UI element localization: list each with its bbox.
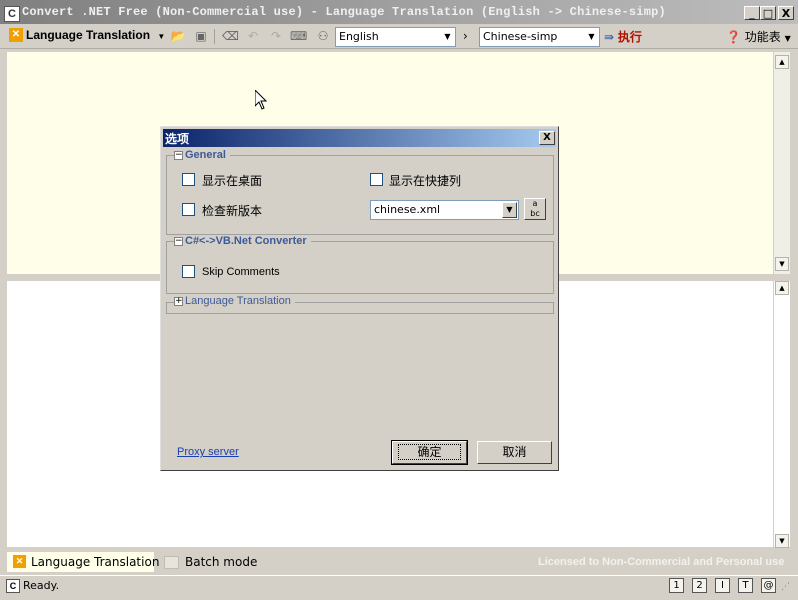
source-language-value: English bbox=[339, 30, 379, 43]
app-status-icon: C bbox=[6, 579, 20, 593]
view-1-icon[interactable]: 1 bbox=[669, 578, 684, 593]
status-text: Ready. bbox=[23, 579, 60, 592]
chevron-down-icon[interactable]: ▼ bbox=[502, 202, 517, 218]
general-header[interactable]: − General bbox=[174, 149, 230, 161]
execute-button[interactable]: ⇛ 执行 bbox=[604, 28, 642, 45]
collapse-icon[interactable]: − bbox=[174, 150, 183, 160]
app-icon: C bbox=[4, 6, 20, 22]
converter-title: C#<->VB.Net Converter bbox=[183, 235, 309, 247]
target-language-value: Chinese-simp bbox=[483, 30, 558, 43]
source-language-select[interactable]: English ▼ bbox=[335, 27, 456, 47]
check-updates-checkbox[interactable] bbox=[182, 203, 195, 216]
translation-mode-icon: ✕ bbox=[9, 28, 23, 42]
chevron-down-icon: ▼ bbox=[784, 34, 791, 43]
view-t-icon[interactable]: T bbox=[738, 578, 753, 593]
help-icon: ❓ bbox=[726, 30, 741, 44]
menu-label: 功能表 bbox=[744, 30, 781, 44]
save-icon[interactable]: ▣ bbox=[193, 28, 209, 44]
translate-icon[interactable]: ⚇ bbox=[315, 28, 331, 44]
show-quicklaunch-label: 显示在快捷列 bbox=[389, 174, 462, 188]
general-title: General bbox=[183, 149, 228, 161]
options-dialog: 选项 X − General 显示在桌面 显示在快捷列 检查新版本 chines… bbox=[160, 126, 559, 471]
license-text: Licensed to Non-Commercial and Personal … bbox=[538, 556, 785, 568]
target-language-select[interactable]: Chinese-simp ▼ bbox=[479, 27, 600, 47]
result-scrollbar[interactable]: ▲ ▼ bbox=[774, 281, 790, 548]
view-2-icon[interactable]: 2 bbox=[692, 578, 707, 593]
window-title: Convert .NET Free (Non-Commercial use) -… bbox=[22, 5, 666, 19]
menu-button[interactable]: ❓ 功能表 ▼ bbox=[726, 28, 791, 45]
dialog-close-button[interactable]: X bbox=[539, 131, 555, 145]
scroll-down-icon[interactable]: ▼ bbox=[775, 257, 789, 271]
expand-icon[interactable]: + bbox=[174, 296, 183, 306]
execute-label: 执行 bbox=[617, 30, 642, 44]
cancel-button[interactable]: 取消 bbox=[477, 441, 552, 464]
chevron-down-icon: ▼ bbox=[157, 32, 166, 41]
toolbar-separator bbox=[214, 29, 215, 44]
chevron-down-icon: ▼ bbox=[440, 28, 455, 46]
proxy-server-link[interactable]: Proxy server bbox=[177, 446, 239, 458]
collapse-icon[interactable]: − bbox=[174, 236, 183, 246]
language-file-value: chinese.xml bbox=[374, 203, 441, 216]
spellcheck-icon[interactable]: a bc bbox=[524, 198, 546, 220]
show-desktop-checkbox[interactable] bbox=[182, 173, 195, 186]
batch-icon bbox=[164, 556, 179, 569]
tab-language-translation[interactable]: ✕ Language Translation bbox=[7, 552, 159, 572]
dialog-title: 选项 bbox=[165, 132, 190, 146]
mouse-cursor-icon bbox=[255, 90, 267, 110]
resize-grip-icon[interactable]: ⋰ bbox=[781, 582, 790, 592]
skip-comments-checkbox[interactable] bbox=[182, 265, 195, 278]
scroll-up-icon[interactable]: ▲ bbox=[775, 281, 789, 295]
open-icon[interactable]: 📂 bbox=[170, 28, 186, 44]
keyboard-icon[interactable]: ⌨ bbox=[290, 28, 307, 44]
close-button[interactable]: X bbox=[778, 6, 794, 20]
minimize-button[interactable]: _ bbox=[744, 6, 760, 20]
source-scrollbar[interactable]: ▲ ▼ bbox=[774, 52, 790, 274]
tab-label: Batch mode bbox=[185, 555, 258, 569]
translation-title: Language Translation bbox=[183, 295, 293, 307]
scroll-down-icon[interactable]: ▼ bbox=[775, 534, 789, 548]
translation-header[interactable]: + Language Translation bbox=[174, 295, 295, 307]
tab-label: Language Translation bbox=[31, 555, 160, 569]
execute-icon: ⇛ bbox=[604, 30, 615, 44]
toolbar: ✕ Language Translation ▼ 📂 ▣ ⌫ ↶ ↷ ⌨ ⚇ E… bbox=[0, 24, 798, 49]
show-quicklaunch-checkbox[interactable] bbox=[370, 173, 383, 186]
view-i-icon[interactable]: I bbox=[715, 578, 730, 593]
tab-batch-mode[interactable]: Batch mode bbox=[158, 552, 268, 572]
language-file-select[interactable]: chinese.xml ▼ bbox=[370, 200, 519, 220]
chevron-down-icon: ▼ bbox=[584, 28, 599, 46]
mode-label: Language Translation bbox=[26, 28, 151, 42]
general-group bbox=[166, 155, 554, 235]
arrow-separator: › bbox=[463, 29, 468, 43]
maximize-button[interactable]: □ bbox=[760, 6, 776, 20]
show-desktop-label: 显示在桌面 bbox=[202, 174, 263, 188]
translation-mode-icon: ✕ bbox=[13, 555, 26, 568]
title-bar[interactable]: C Convert .NET Free (Non-Commercial use)… bbox=[0, 0, 798, 24]
ok-label: 确定 bbox=[398, 444, 461, 460]
undo-icon[interactable]: ↶ bbox=[245, 28, 261, 44]
check-updates-label: 检查新版本 bbox=[202, 204, 263, 218]
ok-button[interactable]: 确定 bbox=[391, 440, 468, 465]
redo-icon[interactable]: ↷ bbox=[268, 28, 284, 44]
email-icon[interactable]: @ bbox=[761, 578, 776, 593]
scroll-up-icon[interactable]: ▲ bbox=[775, 55, 789, 69]
mode-dropdown[interactable]: Language Translation ▼ bbox=[26, 28, 165, 42]
dialog-title-bar[interactable]: 选项 X bbox=[163, 129, 556, 147]
eraser-icon[interactable]: ⌫ bbox=[222, 28, 239, 44]
skip-comments-label: Skip Comments bbox=[202, 266, 280, 278]
converter-header[interactable]: − C#<->VB.Net Converter bbox=[174, 235, 311, 247]
